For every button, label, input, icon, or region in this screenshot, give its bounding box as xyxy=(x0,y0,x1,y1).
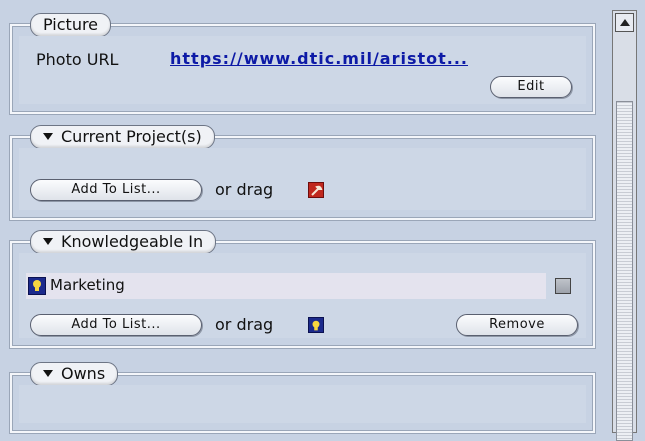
list-item-label: Marketing xyxy=(50,276,125,294)
owns-body xyxy=(19,385,586,423)
picture-legend: Picture xyxy=(30,13,112,37)
picture-panel: Picture Photo URL https://www.dtic.mil/a… xyxy=(10,13,595,114)
owns-panel: Owns xyxy=(10,362,595,433)
or-drag-label: or drag xyxy=(215,315,274,334)
owns-legend-label: Owns xyxy=(61,364,106,383)
collapse-triangle-icon[interactable] xyxy=(43,370,53,377)
edit-button[interactable]: Edit xyxy=(490,76,572,98)
add-to-list-button[interactable]: Add To List... xyxy=(30,314,202,336)
current-projects-legend[interactable]: Current Project(s) xyxy=(30,125,215,149)
knowledgeable-in-panel: Knowledgeable In Marketing Add To List..… xyxy=(10,230,595,348)
vertical-scrollbar[interactable] xyxy=(612,10,637,441)
lightbulb-icon xyxy=(28,277,46,295)
lightbulb-icon[interactable] xyxy=(308,317,324,333)
collapse-triangle-icon[interactable] xyxy=(43,238,53,245)
photo-url-link[interactable]: https://www.dtic.mil/aristot... xyxy=(170,49,468,68)
remove-button[interactable]: Remove xyxy=(456,314,578,336)
knowledgeable-in-legend-label: Knowledgeable In xyxy=(61,232,204,251)
list-item-checkbox[interactable] xyxy=(555,278,571,294)
list-item[interactable]: Marketing xyxy=(26,273,546,299)
wrench-icon[interactable] xyxy=(308,182,324,198)
or-drag-label: or drag xyxy=(215,180,274,199)
current-projects-panel: Current Project(s) Add To List... or dra… xyxy=(10,125,595,220)
knowledgeable-in-legend[interactable]: Knowledgeable In xyxy=(30,230,217,254)
owns-legend[interactable]: Owns xyxy=(30,362,119,386)
add-to-list-button[interactable]: Add To List... xyxy=(30,179,202,201)
current-projects-legend-label: Current Project(s) xyxy=(61,127,202,146)
picture-legend-label: Picture xyxy=(43,15,99,34)
scroll-up-arrow-icon[interactable] xyxy=(615,13,634,32)
photo-url-label: Photo URL xyxy=(36,50,119,69)
scrollbar-thumb[interactable] xyxy=(616,101,633,441)
collapse-triangle-icon[interactable] xyxy=(43,133,53,140)
